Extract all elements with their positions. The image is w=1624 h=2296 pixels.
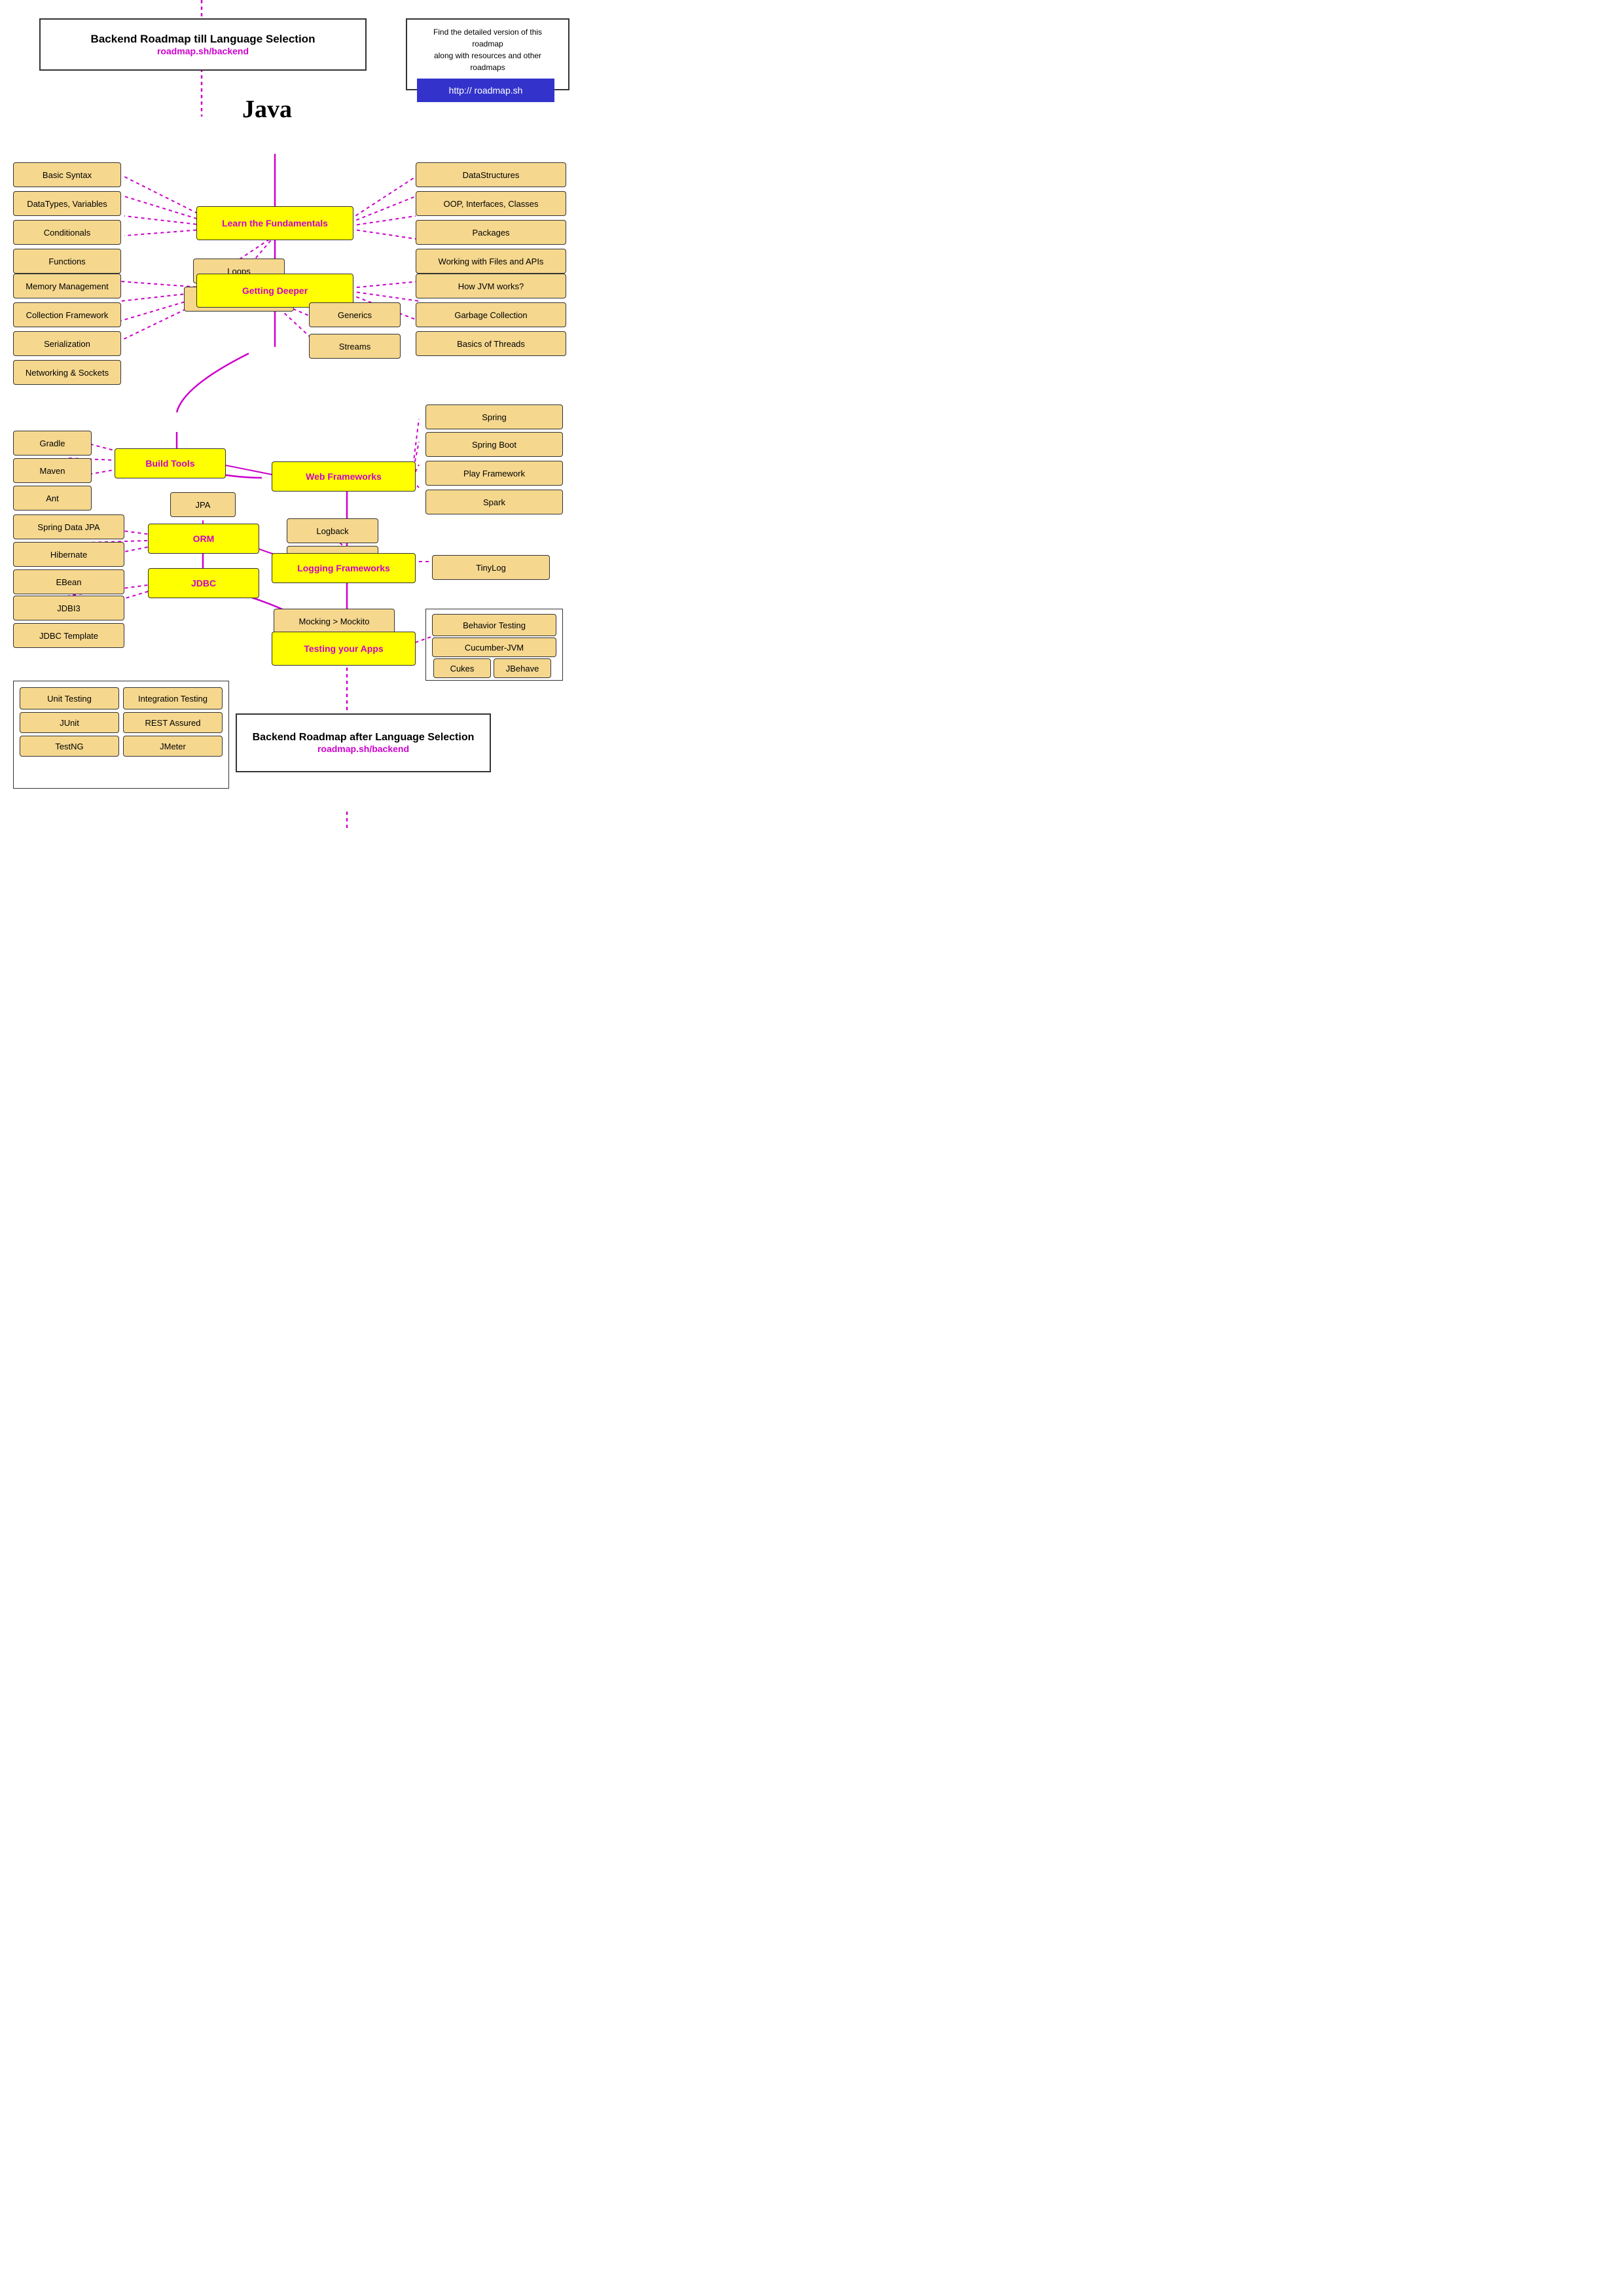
page: { "header": { "title": "Backend Roadmap … xyxy=(0,0,589,831)
unit-integration-group: Unit Testing JUnit TestNG Integration Te… xyxy=(13,681,229,789)
node-basics-threads: Basics of Threads xyxy=(416,331,566,356)
node-maven: Maven xyxy=(13,458,92,483)
node-ant: Ant xyxy=(13,486,92,511)
header-title-box: Backend Roadmap till Language Selection … xyxy=(39,18,367,71)
node-packages: Packages xyxy=(416,220,566,245)
node-basic-syntax: Basic Syntax xyxy=(13,162,121,187)
node-tinylog: TinyLog xyxy=(432,555,550,580)
node-play-fw: Play Framework xyxy=(425,461,563,486)
node-jdbc-template: JDBC Template xyxy=(13,623,124,648)
node-build-tools: Build Tools xyxy=(115,448,226,478)
node-unit-testing: Unit Testing xyxy=(20,687,119,709)
node-logging-frameworks: Logging Frameworks xyxy=(272,553,416,583)
node-oop: OOP, Interfaces, Classes xyxy=(416,191,566,216)
node-spring: Spring xyxy=(425,404,563,429)
node-spring-boot: Spring Boot xyxy=(425,432,563,457)
node-functions: Functions xyxy=(13,249,121,274)
node-orm: ORM xyxy=(148,524,259,554)
info-link[interactable]: http:// roadmap.sh xyxy=(417,79,554,102)
node-mocking: Mocking > Mockito xyxy=(274,609,395,634)
info-box: Find the detailed version of this roadma… xyxy=(406,18,569,90)
node-testng: TestNG xyxy=(20,736,119,757)
node-cucumber: Cucumber-JVM xyxy=(432,637,556,657)
header-subtitle: roadmap.sh/backend xyxy=(157,46,249,56)
info-text: Find the detailed version of this roadma… xyxy=(417,26,558,73)
node-how-jvm: How JVM works? xyxy=(416,274,566,298)
node-behavior-testing: Behavior Testing xyxy=(432,614,556,636)
node-streams: Streams xyxy=(309,334,401,359)
behavior-testing-group: Behavior Testing Cucumber-JVM Cukes JBeh… xyxy=(425,609,563,681)
node-datatypes: DataTypes, Variables xyxy=(13,191,121,216)
node-networking: Networking & Sockets xyxy=(13,360,121,385)
node-memory-mgmt: Memory Management xyxy=(13,274,121,298)
java-title: Java xyxy=(242,95,292,124)
node-working-files: Working with Files and APIs xyxy=(416,249,566,274)
node-generics: Generics xyxy=(309,302,401,327)
node-jdbc: JDBC xyxy=(148,568,259,598)
node-rest-assured: REST Assured xyxy=(123,712,223,733)
footer-title: Backend Roadmap after Language Selection xyxy=(253,732,475,744)
node-collection-fw: Collection Framework xyxy=(13,302,121,327)
footer-title-box: Backend Roadmap after Language Selection… xyxy=(236,713,491,772)
node-testing: Testing your Apps xyxy=(272,632,416,666)
node-datastructures: DataStructures xyxy=(416,162,566,187)
node-cukes: Cukes xyxy=(433,658,491,678)
node-spring-data: Spring Data JPA xyxy=(13,514,124,539)
node-logback: Logback xyxy=(287,518,378,543)
node-jpa: JPA xyxy=(170,492,236,517)
node-jmeter: JMeter xyxy=(123,736,223,757)
node-learn-fundamentals: Learn the Fundamentals xyxy=(196,206,353,240)
node-junit: JUnit xyxy=(20,712,119,733)
node-spark: Spark xyxy=(425,490,563,514)
node-garbage: Garbage Collection xyxy=(416,302,566,327)
header-title: Backend Roadmap till Language Selection xyxy=(91,33,316,46)
node-jdbi3: JDBI3 xyxy=(13,596,124,620)
node-jbehave: JBehave xyxy=(494,658,551,678)
node-serialization: Serialization xyxy=(13,331,121,356)
node-hibernate: Hibernate xyxy=(13,542,124,567)
node-integration-testing: Integration Testing xyxy=(123,687,223,709)
node-ebean: EBean xyxy=(13,569,124,594)
node-conditionals: Conditionals xyxy=(13,220,121,245)
node-web-frameworks: Web Frameworks xyxy=(272,461,416,492)
footer-subtitle: roadmap.sh/backend xyxy=(317,744,409,754)
node-gradle: Gradle xyxy=(13,431,92,456)
